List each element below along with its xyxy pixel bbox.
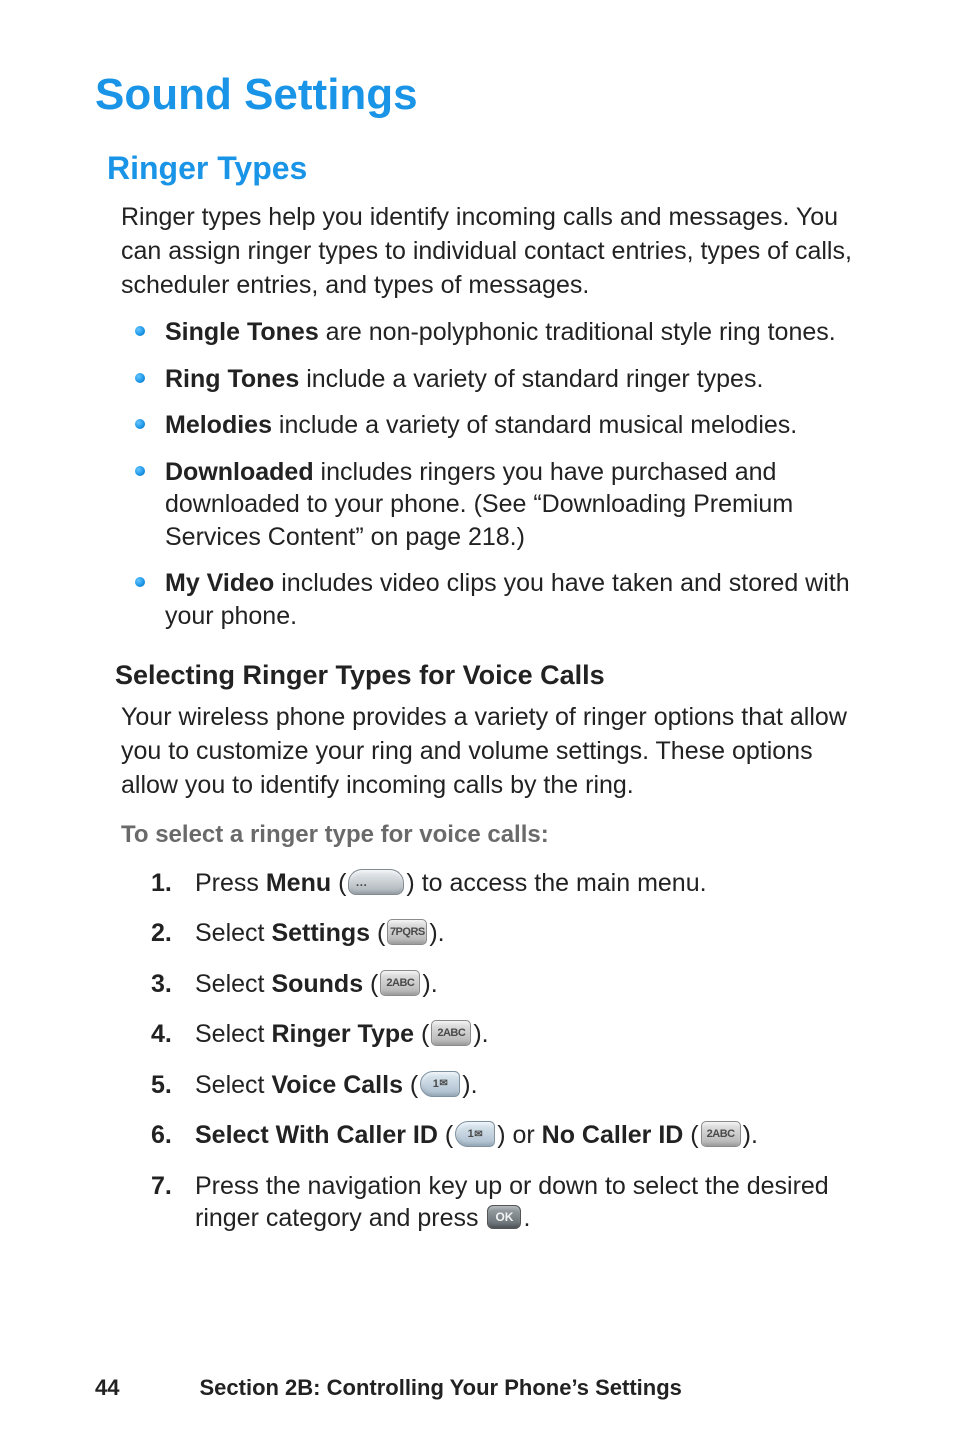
key-label: 1 xyxy=(433,1077,439,1091)
page-number: 44 xyxy=(95,1375,119,1401)
term: Single Tones xyxy=(165,318,319,346)
step-2: Select Settings (7PQRS). xyxy=(151,917,874,950)
term-rest: are non-polyphonic traditional style rin… xyxy=(319,318,836,346)
key-2-icon: 2ABC xyxy=(431,1020,471,1046)
intro-paragraph: Ringer types help you identify incoming … xyxy=(121,201,874,302)
step-3: Select Sounds (2ABC). xyxy=(151,968,874,1001)
list-item: My Video includes video clips you have t… xyxy=(135,567,874,632)
subsection-paragraph: Your wireless phone provides a variety o… xyxy=(121,701,874,802)
step-text: ( xyxy=(414,1020,429,1048)
step-text: ( xyxy=(363,970,378,998)
step-term: Voice Calls xyxy=(271,1071,403,1099)
step-5: Select Voice Calls (1✉). xyxy=(151,1069,874,1102)
step-text: ( xyxy=(683,1121,698,1149)
term: Downloaded xyxy=(165,458,314,486)
instruction-heading: To select a ringer type for voice calls: xyxy=(121,821,874,849)
list-item: Melodies include a variety of standard m… xyxy=(135,409,874,442)
subsection-heading: Selecting Ringer Types for Voice Calls xyxy=(115,660,874,691)
key-label: … xyxy=(355,876,367,888)
ok-key-icon: OK xyxy=(487,1205,521,1229)
term: Ring Tones xyxy=(165,365,299,393)
term-rest: include a variety of standard musical me… xyxy=(272,411,797,439)
step-4: Select Ringer Type (2ABC). xyxy=(151,1018,874,1051)
list-item: Ring Tones include a variety of standard… xyxy=(135,363,874,396)
key-label: 1 xyxy=(468,1127,474,1141)
step-text: ( xyxy=(403,1071,418,1099)
key-label: 2ABC xyxy=(437,1026,465,1040)
mail-icon: ✉ xyxy=(474,1128,482,1141)
step-text: ) to access the main menu. xyxy=(406,869,706,897)
step-text: Select xyxy=(195,1071,271,1099)
step-term: Select With Caller ID xyxy=(195,1121,438,1149)
page-footer: 44 Section 2B: Controlling Your Phone’s … xyxy=(95,1375,874,1401)
step-text: ). xyxy=(422,970,437,998)
key-1-icon: 1✉ xyxy=(420,1071,460,1097)
step-text: ( xyxy=(438,1121,453,1149)
term: Melodies xyxy=(165,411,272,439)
footer-section-title: Section 2B: Controlling Your Phone’s Set… xyxy=(199,1375,681,1401)
step-text: Press xyxy=(195,869,266,897)
step-text: . xyxy=(523,1204,530,1232)
subheading-ringer-types: Ringer Types xyxy=(107,150,874,187)
step-text: ( xyxy=(331,869,346,897)
step-term: No Caller ID xyxy=(542,1121,684,1149)
key-1-icon: 1✉ xyxy=(455,1121,495,1147)
list-item: Downloaded includes ringers you have pur… xyxy=(135,456,874,554)
step-term: Menu xyxy=(266,869,331,897)
step-text: ( xyxy=(370,919,385,947)
step-7: Press the navigation key up or down to s… xyxy=(151,1170,874,1235)
menu-key-icon: … xyxy=(348,869,404,895)
step-6: Select With Caller ID (1✉) or No Caller … xyxy=(151,1119,874,1152)
steps-list: Press Menu (…) to access the main menu. … xyxy=(151,867,874,1235)
step-text: Select xyxy=(195,970,271,998)
mail-icon: ✉ xyxy=(439,1077,447,1090)
page-title: Sound Settings xyxy=(95,70,874,120)
step-term: Sounds xyxy=(271,970,363,998)
key-label: OK xyxy=(495,1210,513,1226)
step-text: ). xyxy=(473,1020,488,1048)
step-text: Select xyxy=(195,919,271,947)
key-label: 2ABC xyxy=(386,976,414,990)
step-text: ) or xyxy=(497,1121,541,1149)
step-text: ). xyxy=(743,1121,758,1149)
key-2-icon: 2ABC xyxy=(701,1121,741,1147)
step-text: ). xyxy=(462,1071,477,1099)
key-label: 7PQRS xyxy=(390,925,425,939)
term-rest: include a variety of standard ringer typ… xyxy=(299,365,763,393)
term: My Video xyxy=(165,569,274,597)
key-7-icon: 7PQRS xyxy=(387,919,427,945)
step-term: Settings xyxy=(271,919,370,947)
key-label: 2ABC xyxy=(707,1127,735,1141)
step-text: ). xyxy=(429,919,444,947)
step-text: Select xyxy=(195,1020,271,1048)
list-item: Single Tones are non-polyphonic traditio… xyxy=(135,316,874,349)
step-1: Press Menu ( … ) to access the main menu. xyxy=(151,867,874,900)
step-term: Ringer Type xyxy=(271,1020,414,1048)
key-2-icon: 2ABC xyxy=(380,970,420,996)
ringer-types-list: Single Tones are non-polyphonic traditio… xyxy=(135,316,874,632)
